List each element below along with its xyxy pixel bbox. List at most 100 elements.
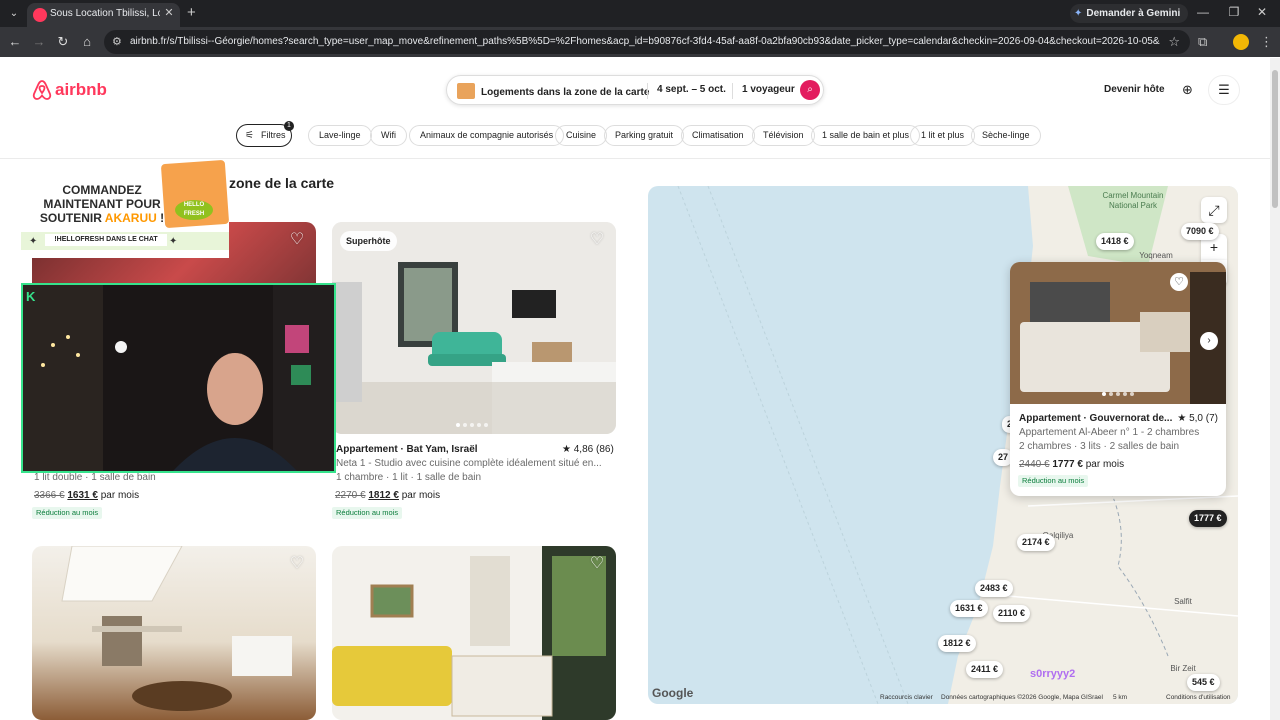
stream-username-overlay: s0rryyy2 xyxy=(1030,668,1076,680)
bookmark-star-icon[interactable]: ☆ xyxy=(1168,34,1180,50)
expand-map-icon[interactable]: ⤢ xyxy=(1201,197,1227,223)
address-bar-row: ← → ↻ ⌂ ⚙ airbnb.fr/s/Tbilissi--Géorgie/… xyxy=(0,27,1280,57)
tab-title: Sous Location Tbilissi, Location xyxy=(50,8,160,19)
popup-rating: ★ 5,0 (7) xyxy=(1177,413,1218,424)
heart-icon[interactable]: ♡ xyxy=(288,231,306,249)
filter-chip[interactable]: Sèche-linge xyxy=(971,125,1041,146)
map-price-pin[interactable]: 2483 € xyxy=(975,580,1013,597)
photo-dots xyxy=(1102,392,1134,396)
map-price-pin[interactable]: 2110 € xyxy=(993,605,1031,622)
filters-label: Filtres xyxy=(261,130,286,140)
minimize-icon[interactable]: — xyxy=(1193,5,1213,19)
map-price-pin[interactable]: 1418 € xyxy=(1096,233,1134,250)
next-photo-icon[interactable]: › xyxy=(1200,332,1218,350)
reload-icon[interactable]: ↻ xyxy=(54,34,72,50)
map-price-pin[interactable]: 545 € xyxy=(1187,674,1220,691)
map-price-pin[interactable]: 2174 € xyxy=(1017,534,1055,551)
close-window-icon[interactable]: ✕ xyxy=(1252,5,1272,19)
listing-title[interactable]: Appartement · Bat Yam, Israël xyxy=(336,444,478,455)
gemini-icon: ✦ xyxy=(1074,8,1083,19)
listing-photo[interactable] xyxy=(32,546,316,720)
filter-chip[interactable]: Cuisine xyxy=(555,125,608,146)
search-where[interactable]: Logements dans la zone de la carte xyxy=(457,83,649,100)
airbnb-logo[interactable]: airbnb xyxy=(32,79,107,101)
new-tab-icon[interactable]: + xyxy=(187,4,196,21)
hellofresh-logo: HELLO FRESH xyxy=(175,200,213,220)
browser-menu-icon[interactable]: ⋮ xyxy=(1260,34,1273,50)
heart-icon[interactable]: ♡ xyxy=(1170,273,1188,291)
price-discounted[interactable]: 1812 € xyxy=(368,490,399,501)
map-price-pin[interactable]: 7090 € xyxy=(1181,223,1219,240)
search-divider xyxy=(647,83,648,99)
forward-icon[interactable]: → xyxy=(30,34,48,49)
gemini-label: Demander à Gemini xyxy=(1086,8,1181,19)
heart-icon[interactable]: ♡ xyxy=(588,555,606,573)
house-icon xyxy=(457,83,475,99)
listing-description: Neta 1 - Studio avec cuisine complète id… xyxy=(336,458,602,469)
filter-chip[interactable]: Wifi xyxy=(370,125,407,146)
filters-count-badge: 1 xyxy=(284,121,294,131)
filter-chip[interactable]: 1 lit et plus xyxy=(910,125,976,146)
filter-chip[interactable]: 1 salle de bain et plus xyxy=(811,125,921,146)
filter-chip[interactable]: Animaux de compagnie autorisés xyxy=(409,125,565,146)
listing-photo[interactable] xyxy=(332,222,616,434)
extensions-icon[interactable]: ⧉ xyxy=(1198,34,1207,50)
airbnb-logo-icon xyxy=(32,80,52,100)
terms-link[interactable]: Conditions d'utilisation xyxy=(1166,694,1230,701)
listing-photo-art xyxy=(332,546,616,720)
gemini-button[interactable]: ✦ Demander à Gemini xyxy=(1070,4,1189,23)
listing-photo[interactable] xyxy=(332,546,616,720)
close-tab-icon[interactable]: ✕ xyxy=(162,6,176,19)
url-field[interactable]: ⚙ airbnb.fr/s/Tbilissi--Géorgie/homes?se… xyxy=(104,30,1190,54)
back-icon[interactable]: ← xyxy=(6,34,24,49)
hamburger-icon: ☰ xyxy=(1218,82,1230,97)
webcam-overlay: K xyxy=(21,283,336,473)
search-button[interactable]: ⌕ xyxy=(800,80,820,100)
profile-avatar[interactable] xyxy=(1233,34,1249,50)
home-icon[interactable]: ⌂ xyxy=(78,34,96,49)
promo-line: MAINTENANT POUR xyxy=(43,197,161,211)
filter-chip[interactable]: Télévision xyxy=(752,125,815,146)
search-dates[interactable]: 4 sept. – 5 oct. xyxy=(657,84,726,95)
discount-badge: Réduction au mois xyxy=(32,507,103,519)
map-price-pin-active[interactable]: 1777 € xyxy=(1189,510,1227,527)
map-listing-popup[interactable]: ♡ › Appartement · Gouvernorat de... ★ 5,… xyxy=(1010,262,1226,496)
price-original: 2270 € xyxy=(335,490,366,501)
map-label: Carmel Mountain National Park xyxy=(1102,191,1164,210)
globe-icon[interactable]: ⊕ xyxy=(1182,82,1193,98)
map-label: Bir Zeit xyxy=(1170,664,1196,673)
popup-description: Appartement Al-Abeer n° 1 - 2 chambres xyxy=(1019,427,1200,438)
listing-details: 1 lit double · 1 salle de bain xyxy=(34,472,156,483)
price-discounted[interactable]: 1631 € xyxy=(67,490,98,501)
search-icon: ⌕ xyxy=(807,84,813,95)
url-text: airbnb.fr/s/Tbilissi--Géorgie/homes?sear… xyxy=(130,36,1160,47)
filter-chip[interactable]: Parking gratuit xyxy=(604,125,685,146)
listing-details: 1 chambre · 1 lit · 1 salle de bain xyxy=(336,472,482,483)
price-suffix: par mois xyxy=(401,490,441,501)
filters-button[interactable]: ⚟ Filtres 1 xyxy=(236,121,294,147)
filter-chip[interactable]: Lave-linge xyxy=(308,125,372,146)
discount-badge: Réduction au mois xyxy=(1018,475,1089,487)
heart-icon[interactable]: ♡ xyxy=(288,555,306,573)
scrollbar-thumb[interactable] xyxy=(1272,70,1278,208)
keyboard-shortcuts-link[interactable]: Raccourcis clavier xyxy=(880,694,933,701)
browser-tab[interactable]: Sous Location Tbilissi, Location ✕ xyxy=(27,3,180,27)
page-scrollbar[interactable] xyxy=(1270,58,1280,720)
tab-search-icon[interactable]: ⌄ xyxy=(6,6,22,22)
listing-price: 2270 € 1812 € par mois xyxy=(335,490,440,501)
maximize-icon[interactable]: ❐ xyxy=(1224,5,1244,19)
become-host-link[interactable]: Devenir hôte xyxy=(1104,84,1165,95)
site-info-icon[interactable]: ⚙ xyxy=(112,35,122,48)
map-price-pin[interactable]: 1631 € xyxy=(950,600,988,617)
heart-icon[interactable]: ♡ xyxy=(588,231,606,249)
search-bar[interactable]: Logements dans la zone de la carte 4 sep… xyxy=(446,75,824,105)
promo-line: COMMANDEZ xyxy=(62,183,142,197)
search-guests[interactable]: 1 voyageur xyxy=(742,84,795,95)
user-menu-button[interactable]: ☰ xyxy=(1208,75,1240,105)
sparkle-icon: ✦ xyxy=(29,236,38,247)
map-price-pin[interactable]: 2411 € xyxy=(966,661,1004,678)
filter-chip[interactable]: Climatisation xyxy=(681,125,755,146)
map-price-pin[interactable]: 1812 € xyxy=(938,635,976,652)
popup-title: Appartement · Gouvernorat de... xyxy=(1019,413,1173,424)
popup-details: 2 chambres · 3 lits · 2 salles de bain xyxy=(1019,441,1180,452)
